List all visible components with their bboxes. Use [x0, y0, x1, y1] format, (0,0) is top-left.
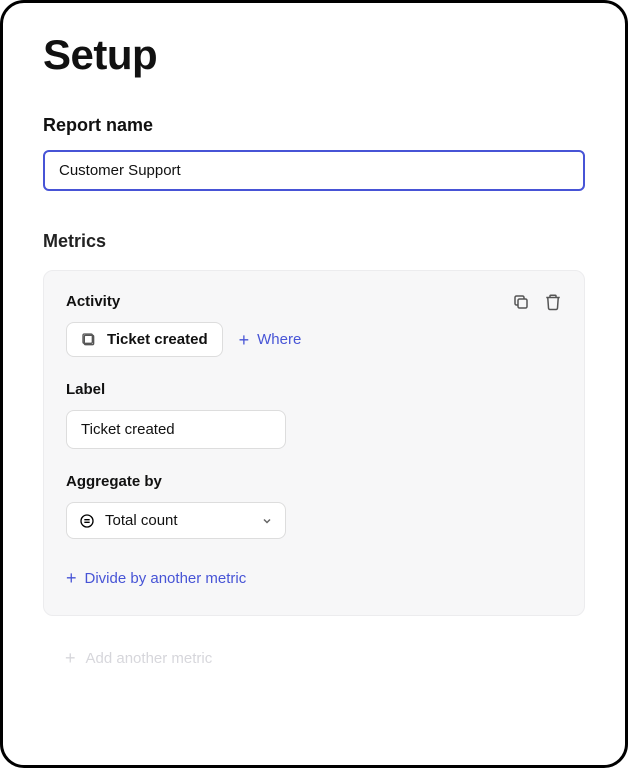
- report-name-input[interactable]: [43, 150, 585, 191]
- plus-icon: +: [65, 648, 76, 669]
- label-input[interactable]: [66, 410, 286, 449]
- chevron-down-icon: [261, 515, 273, 527]
- count-icon: [79, 513, 95, 529]
- add-metric-text: Add another metric: [86, 650, 213, 667]
- page-title: Setup: [43, 31, 585, 79]
- divide-by-metric-button[interactable]: + Divide by another metric: [66, 569, 246, 587]
- divide-link-text: Divide by another metric: [85, 570, 247, 587]
- aggregate-select[interactable]: Total count: [66, 502, 286, 539]
- activity-label: Activity: [66, 293, 120, 310]
- activity-chip-text: Ticket created: [107, 331, 208, 348]
- plus-icon: +: [239, 331, 250, 349]
- fade-overlay: [3, 655, 625, 765]
- metrics-heading: Metrics: [43, 231, 585, 252]
- trash-icon[interactable]: [544, 293, 562, 311]
- ticket-icon: [81, 332, 97, 348]
- where-button[interactable]: + Where: [239, 331, 302, 349]
- duplicate-icon[interactable]: [512, 293, 530, 311]
- aggregate-selected-text: Total count: [105, 512, 251, 529]
- aggregate-label: Aggregate by: [66, 473, 562, 490]
- setup-panel: Setup Report name Metrics Activity: [0, 0, 628, 768]
- where-text: Where: [257, 331, 301, 348]
- plus-icon: +: [66, 569, 77, 587]
- label-field-label: Label: [66, 381, 562, 398]
- report-name-label: Report name: [43, 115, 585, 136]
- metric-card: Activity: [43, 270, 585, 616]
- add-another-metric-button[interactable]: + Add another metric: [43, 646, 234, 671]
- activity-chip[interactable]: Ticket created: [66, 322, 223, 357]
